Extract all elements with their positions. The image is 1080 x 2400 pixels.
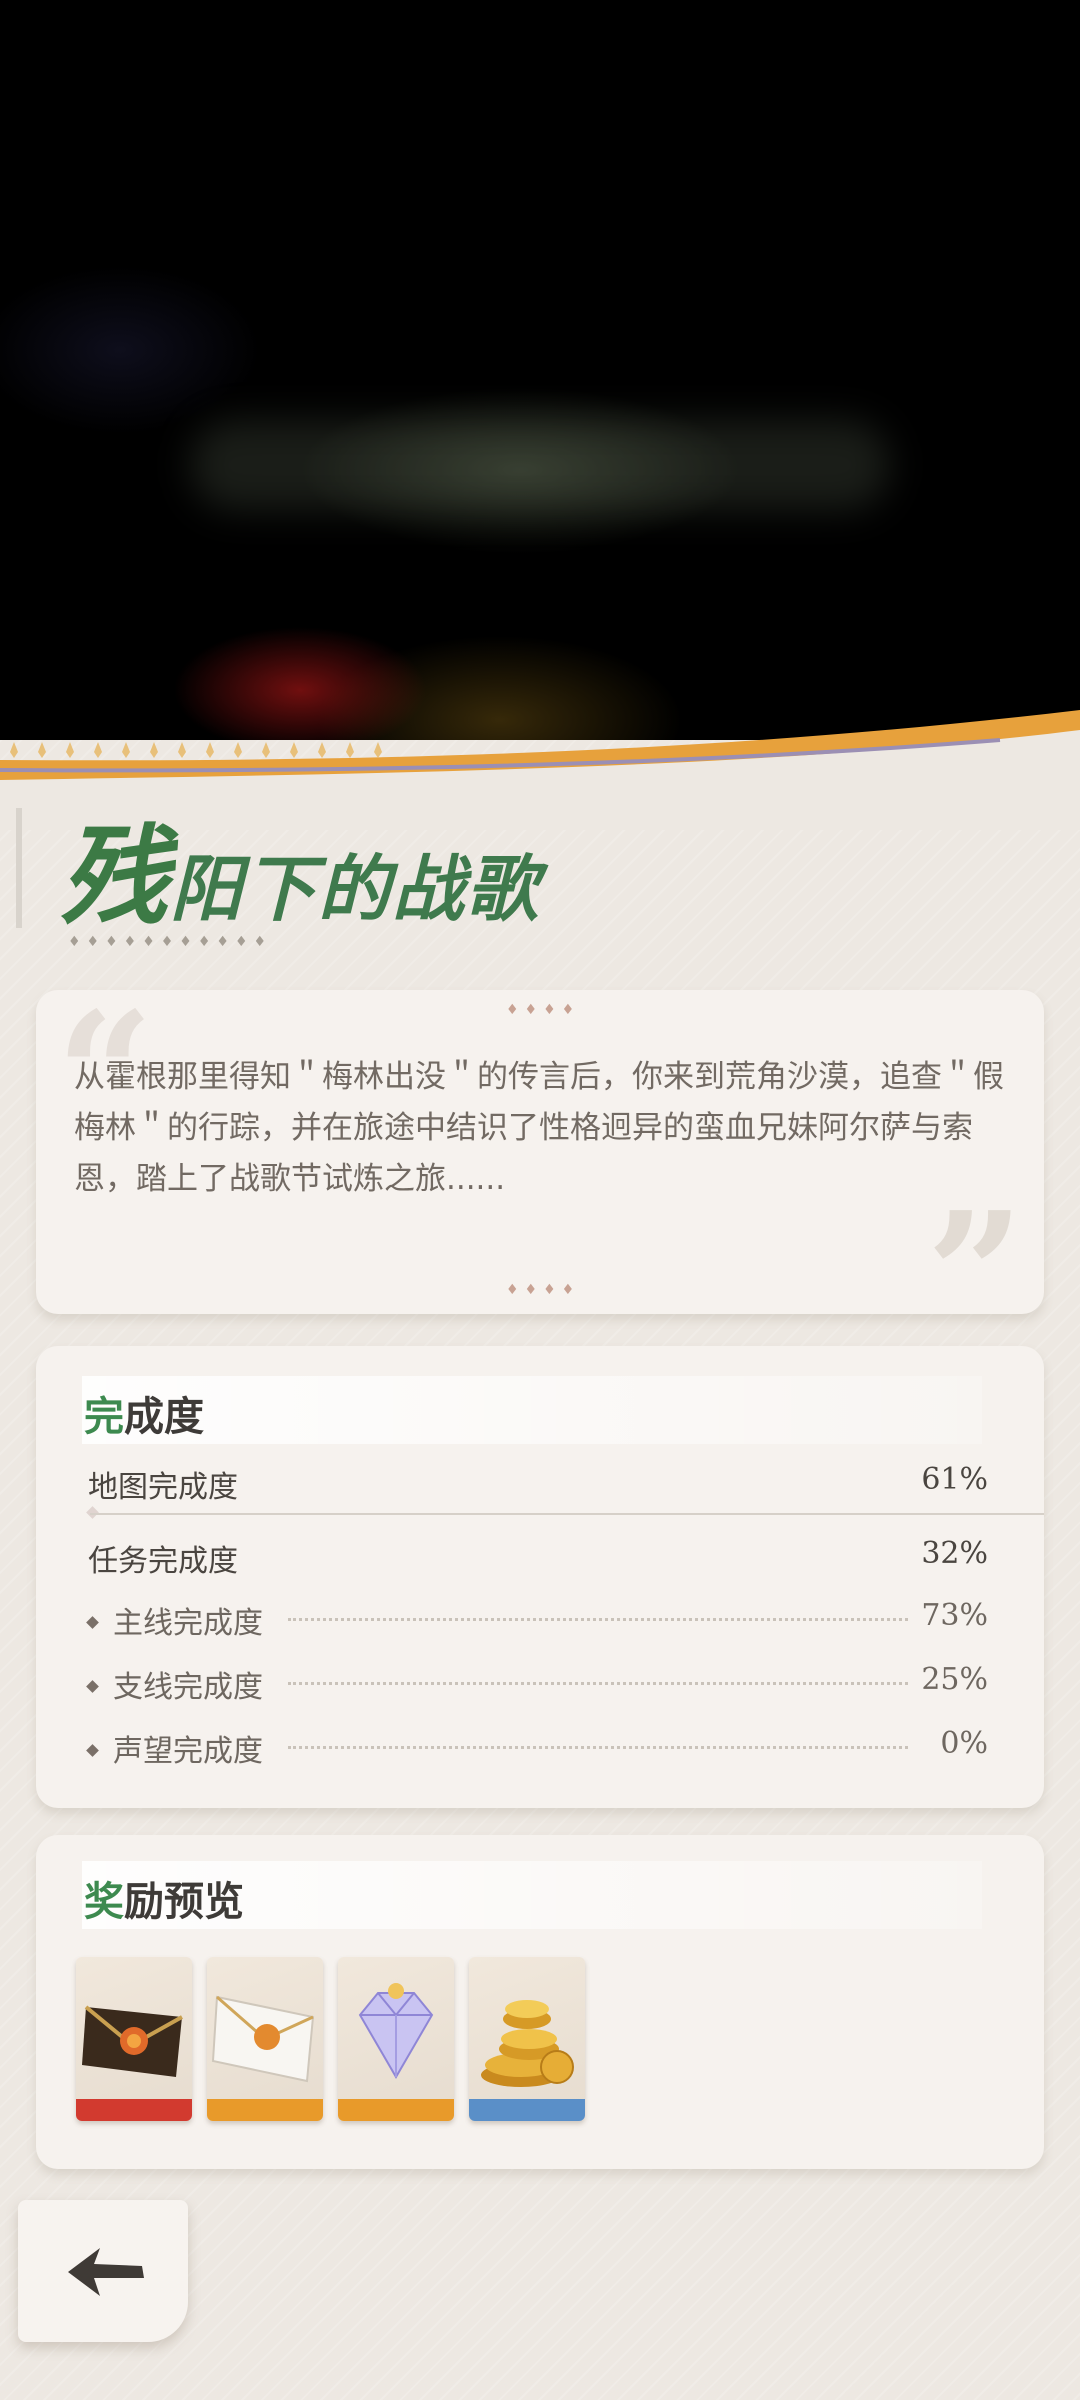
title-accent-bar (16, 808, 22, 928)
hero-blur-shape (190, 420, 890, 510)
side-quest-row: 支线完成度 25% (86, 1662, 988, 1706)
diamond-bullet-icon (86, 1680, 99, 1693)
story-bottom-dots: ♦♦♦♦ (506, 1282, 581, 1298)
reward-item-crystal[interactable] (338, 1957, 454, 2121)
reward-item-coins[interactable] (469, 1957, 585, 2121)
dark-envelope-icon (76, 2005, 192, 2121)
title-rest: 阳下的战歌 (170, 846, 541, 931)
hero-image (0, 0, 1080, 800)
quest-completion-row: 任务完成度 32% (88, 1536, 988, 1580)
main-quest-row: 主线完成度 73% (86, 1598, 988, 1642)
quest-completion-value: 32% (921, 1536, 988, 1571)
story-text: 从霍根那里得知＂梅林出没＂的传言后，你来到荒角沙漠，追查＂假梅林＂的行踪，并在旅… (74, 1059, 1004, 1197)
story-top-dots: ♦♦♦♦ (506, 1002, 581, 1018)
divider (90, 1513, 1044, 1515)
reputation-value: 0% (940, 1726, 988, 1761)
completion-card: 完成度 地图完成度 61% 任务完成度 32% 主线完成度 73% 支线完成度 … (36, 1346, 1044, 1808)
map-completion-value: 61% (921, 1462, 988, 1497)
dotted-leader (288, 1618, 908, 1621)
back-button[interactable] (18, 2200, 188, 2342)
title-first-char: 残 (60, 814, 171, 940)
reputation-row: 声望完成度 0% (86, 1726, 988, 1770)
dotted-leader (288, 1682, 908, 1685)
map-completion-row: 地图完成度 61% (88, 1462, 988, 1506)
rewards-title: 奖励预览 (84, 1879, 244, 1925)
close-quote-icon: ” (926, 1175, 1024, 1375)
reputation-label: 声望完成度 (113, 1734, 263, 1769)
reward-item-dark-envelope[interactable] (76, 1957, 192, 2121)
back-arrow-icon (68, 2248, 144, 2296)
diamond-bullet-icon (86, 1744, 99, 1757)
main-quest-value: 73% (921, 1598, 988, 1633)
story-card: “ ” ♦♦♦♦ 从霍根那里得知＂梅林出没＂的传言后，你来到荒角沙漠，追查＂假梅… (36, 990, 1044, 1360)
white-envelope-icon (207, 1995, 323, 2121)
diamond-bullet-icon (86, 1616, 99, 1629)
completion-header-bg (82, 1376, 982, 1444)
rewards-card: 奖励预览 (36, 1835, 1044, 2169)
main-quest-label: 主线完成度 (113, 1606, 263, 1641)
map-completion-label: 地图完成度 (88, 1470, 238, 1505)
reward-item-white-envelope[interactable] (207, 1957, 323, 2121)
side-quest-value: 25% (921, 1662, 988, 1697)
dotted-leader (288, 1746, 908, 1749)
crystal-gem-icon (338, 1983, 454, 2121)
completion-title: 完成度 (84, 1394, 204, 1440)
title-dots: ♦♦♦♦♦♦♦♦♦♦♦ (68, 934, 273, 950)
gold-coins-icon (469, 2000, 585, 2121)
side-quest-label: 支线完成度 (113, 1670, 263, 1705)
page-title: 残阳下的战歌 (60, 790, 540, 946)
quest-completion-label: 任务完成度 (88, 1544, 238, 1579)
